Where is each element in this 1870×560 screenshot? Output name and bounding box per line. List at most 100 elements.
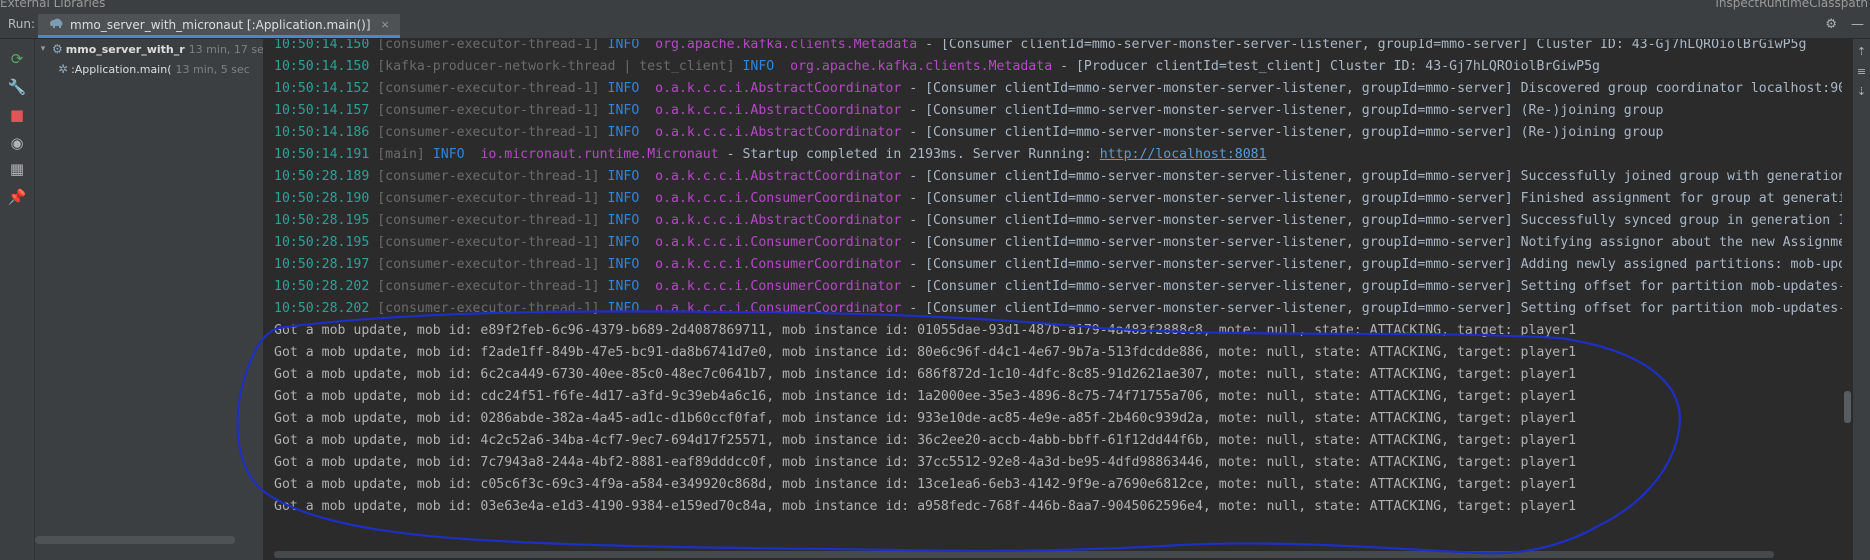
scrollbar-thumb[interactable] bbox=[274, 551, 1774, 558]
log-line: 10:50:14.152 [consumer-executor-thread-1… bbox=[274, 78, 1842, 100]
rerun-icon[interactable]: ⟳ bbox=[7, 49, 27, 69]
log-message: - [Consumer clientId=mmo-server-monster-… bbox=[901, 279, 1842, 294]
log-message: - [Consumer clientId=mmo-server-monster-… bbox=[901, 235, 1842, 250]
log-line: 10:50:14.191 [main] INFO io.micronaut.ru… bbox=[274, 144, 1267, 166]
log-logger: o.a.k.c.c.i.AbstractCoordinator bbox=[655, 169, 902, 184]
spinner-icon: ✲ bbox=[58, 62, 69, 76]
gear-icon[interactable]: ⚙ bbox=[1825, 17, 1837, 32]
log-message: - [Consumer clientId=mmo-server-monster-… bbox=[901, 169, 1842, 184]
tree-item[interactable]: ▾ ⚙ mmo_server_with_r 13 min, 17 sec bbox=[37, 40, 263, 58]
external-libraries-item[interactable]: External Libraries bbox=[0, 0, 105, 10]
log-timestamp: 10:50:14.150 bbox=[274, 39, 370, 52]
tree-item[interactable]: ✲:Application.main(13 min, 5 sec bbox=[55, 60, 250, 78]
output-line: Got a mob update, mob id: cdc24f51-f6fe-… bbox=[274, 389, 1577, 404]
project-tree-top-strip: External Libraries inspectRuntimeClasspa… bbox=[0, 0, 1870, 15]
log-timestamp: 10:50:14.157 bbox=[274, 103, 370, 118]
tree-item-name: :Application.main( bbox=[71, 62, 172, 76]
log-line: 10:50:28.195 [consumer-executor-thread-1… bbox=[274, 210, 1842, 232]
output-line: Got a mob update, mob id: 0286abde-382a-… bbox=[274, 411, 1577, 426]
log-message: - [Consumer clientId=mmo-server-monster-… bbox=[901, 103, 1664, 118]
run-tab-title: mmo_server_with_micronaut [:Application.… bbox=[70, 17, 371, 32]
log-thread: [consumer-executor-thread-1] bbox=[377, 235, 600, 250]
log-line: 10:50:28.202 [consumer-executor-thread-1… bbox=[274, 276, 1842, 298]
chevron-down-icon[interactable]: ▾ bbox=[37, 44, 49, 54]
log-level: INFO bbox=[607, 81, 640, 96]
log-timestamp: 10:50:14.152 bbox=[274, 81, 370, 96]
log-logger: o.a.k.c.c.i.ConsumerCoordinator bbox=[655, 301, 902, 316]
pin-icon[interactable]: 📌 bbox=[7, 187, 27, 207]
output-line: Got a mob update, mob id: 4c2c52a6-34ba-… bbox=[274, 433, 1577, 448]
run-configuration-tab[interactable]: mmo_server_with_micronaut [:Application.… bbox=[38, 14, 400, 38]
log-line: 10:50:28.189 [consumer-executor-thread-1… bbox=[274, 166, 1842, 188]
log-level: INFO bbox=[607, 257, 640, 272]
log-logger: o.a.k.c.c.i.AbstractCoordinator bbox=[655, 81, 902, 96]
log-thread: [consumer-executor-thread-1] bbox=[377, 213, 600, 228]
log-message: - [Consumer clientId=mmo-server-monster-… bbox=[901, 301, 1842, 316]
log-thread: [consumer-executor-thread-1] bbox=[377, 81, 600, 96]
log-level: INFO bbox=[607, 39, 640, 52]
log-logger: o.a.k.c.c.i.ConsumerCoordinator bbox=[655, 191, 902, 206]
log-level: INFO bbox=[607, 103, 640, 118]
log-logger: o.a.k.c.c.i.AbstractCoordinator bbox=[655, 103, 902, 118]
console-output[interactable]: 10:50:14.150 [consumer-executor-thread-1… bbox=[264, 39, 1842, 560]
log-line: 10:50:14.157 [consumer-executor-thread-1… bbox=[274, 100, 1664, 122]
log-thread: [consumer-executor-thread-1] bbox=[377, 125, 600, 140]
output-line: Got a mob update, mob id: e89f2feb-6c96-… bbox=[274, 323, 1577, 338]
tree-item-duration: 13 min, 5 sec bbox=[175, 62, 250, 76]
log-timestamp: 10:50:28.197 bbox=[274, 257, 370, 272]
gear-icon: ⚙ bbox=[52, 42, 63, 56]
log-logger: o.a.k.c.c.i.AbstractCoordinator bbox=[655, 125, 902, 140]
log-message: - [Consumer clientId=mmo-server-monster-… bbox=[901, 191, 1842, 206]
console-horizontal-scrollbar[interactable] bbox=[264, 550, 1842, 560]
log-message: - [Consumer clientId=mmo-server-monster-… bbox=[901, 257, 1842, 272]
stop-icon[interactable]: ■ bbox=[7, 105, 27, 125]
run-toolbar: ⟳ 🔧 ■ ◉ ▦ 📌 bbox=[0, 39, 35, 560]
log-line: 10:50:28.197 [consumer-executor-thread-1… bbox=[274, 254, 1842, 276]
log-logger: o.a.k.c.c.i.ConsumerCoordinator bbox=[655, 235, 902, 250]
console-vertical-scrollbar[interactable] bbox=[1843, 39, 1853, 560]
soft-wrap-icon[interactable]: ≡ bbox=[1854, 65, 1869, 83]
output-line: Got a mob update, mob id: 03e63e4a-e1d3-… bbox=[274, 499, 1577, 514]
log-level: INFO bbox=[607, 235, 640, 250]
log-timestamp: 10:50:28.202 bbox=[274, 279, 370, 294]
log-line: 10:50:28.190 [consumer-executor-thread-1… bbox=[274, 188, 1842, 210]
log-thread: [consumer-executor-thread-1] bbox=[377, 301, 600, 316]
log-message: - [Producer clientId=test_client] Cluste… bbox=[1052, 59, 1600, 74]
scrollbar-thumb[interactable] bbox=[1844, 391, 1851, 423]
log-thread: [main] bbox=[377, 147, 425, 162]
log-thread: [consumer-executor-thread-1] bbox=[377, 103, 600, 118]
gradle-task-item[interactable]: inspectRuntimeClasspath bbox=[1716, 0, 1868, 10]
tree-horizontal-scrollbar[interactable] bbox=[35, 536, 235, 544]
scroll-up-icon[interactable]: ⇡ bbox=[1854, 45, 1869, 63]
log-level: INFO bbox=[607, 169, 640, 184]
log-level: INFO bbox=[607, 213, 640, 228]
run-tree: ▾ ⚙ mmo_server_with_r 13 min, 17 sec ✲:Appli… bbox=[35, 39, 264, 560]
gradle-elephant-icon bbox=[48, 17, 64, 32]
close-icon[interactable]: × bbox=[381, 18, 390, 31]
run-label: Run: bbox=[8, 17, 36, 31]
log-line: 10:50:14.150 [kafka-producer-network-thr… bbox=[274, 56, 1600, 78]
log-message: - [Consumer clientId=mmo-server-monster-… bbox=[917, 39, 1807, 52]
log-timestamp: 10:50:28.195 bbox=[274, 213, 370, 228]
minimize-icon[interactable]: — bbox=[1851, 17, 1864, 32]
wrench-icon[interactable]: 🔧 bbox=[7, 77, 27, 97]
log-timestamp: 10:50:28.202 bbox=[274, 301, 370, 316]
log-timestamp: 10:50:28.195 bbox=[274, 235, 370, 250]
log-message: - [Consumer clientId=mmo-server-monster-… bbox=[901, 125, 1664, 140]
log-thread: [consumer-executor-thread-1] bbox=[377, 39, 600, 52]
log-logger: org.apache.kafka.clients.Metadata bbox=[790, 59, 1053, 74]
layout-icon[interactable]: ▦ bbox=[7, 159, 27, 179]
log-line: 10:50:14.186 [consumer-executor-thread-1… bbox=[274, 122, 1664, 144]
eye-icon[interactable]: ◉ bbox=[7, 133, 27, 153]
log-logger: o.a.k.c.c.i.AbstractCoordinator bbox=[655, 213, 902, 228]
scroll-to-end-icon[interactable]: ⇣ bbox=[1854, 85, 1869, 103]
log-level: INFO bbox=[607, 301, 640, 316]
server-url-link[interactable]: http://localhost:8081 bbox=[1100, 147, 1267, 162]
output-line: Got a mob update, mob id: f2ade1ff-849b-… bbox=[274, 345, 1577, 360]
log-logger: org.apache.kafka.clients.Metadata bbox=[655, 39, 918, 52]
log-message: - [Consumer clientId=mmo-server-monster-… bbox=[901, 81, 1842, 96]
log-level: INFO bbox=[607, 191, 640, 206]
log-line: 10:50:28.202 [consumer-executor-thread-1… bbox=[274, 298, 1842, 320]
log-line: 10:50:28.195 [consumer-executor-thread-1… bbox=[274, 232, 1842, 254]
console-side-actions: ⇡ ≡ ⇣ bbox=[1853, 39, 1870, 560]
